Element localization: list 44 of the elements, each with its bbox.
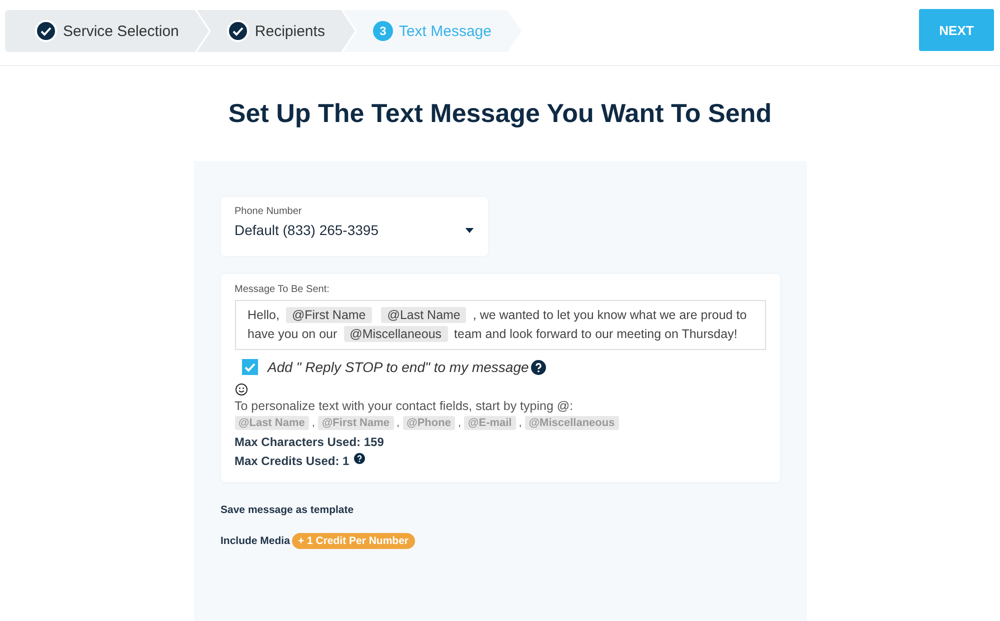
step-number: 3 xyxy=(372,21,393,41)
field-token[interactable]: @E-mail xyxy=(464,416,516,430)
step-label: Service Selection xyxy=(63,22,179,40)
wizard-step[interactable]: Recipients xyxy=(196,10,355,52)
page-heading: Set Up The Text Message You Want To Send xyxy=(228,98,772,129)
check-icon xyxy=(226,20,249,42)
wizard-step[interactable]: Service Selection xyxy=(5,10,209,52)
checkbox-label: Add " Reply STOP to end" to my message xyxy=(268,359,529,375)
field-token[interactable]: @Last Name xyxy=(234,416,309,430)
field-token: @Miscellaneous xyxy=(344,326,448,342)
step-label: Text Message xyxy=(398,22,492,40)
smiley-icon[interactable] xyxy=(234,383,248,396)
next-button[interactable]: NEXT xyxy=(919,9,994,51)
separator: , xyxy=(518,417,522,429)
separator: , xyxy=(396,417,400,429)
message-text: , we wanted to let you know what we are proud to xyxy=(472,308,747,322)
step-label: Recipients xyxy=(254,22,325,40)
select-value: Default (833) 265-3395 xyxy=(234,222,378,238)
help-icon[interactable] xyxy=(354,453,366,464)
field-label: Message To Be Sent: xyxy=(234,284,330,295)
message-text: have you on our xyxy=(248,327,338,341)
separator: , xyxy=(312,417,315,429)
message-text: Hello, xyxy=(248,308,280,322)
phone-number-select[interactable]: Phone Number Default (833) 265-3395 xyxy=(220,197,488,256)
field-token: @First Name xyxy=(286,307,372,323)
wizard-step[interactable]: 3 Text Message xyxy=(342,10,522,52)
credit-count: Max Credits Used: 1 xyxy=(234,454,350,468)
save-template-link[interactable]: Save message as template xyxy=(220,504,354,516)
field-label: Phone Number xyxy=(234,206,303,217)
help-icon[interactable] xyxy=(530,360,546,374)
character-count: Max Characters Used: 159 xyxy=(234,435,384,449)
include-media-link[interactable]: Include Media xyxy=(220,535,290,547)
check-icon xyxy=(35,20,57,42)
message-text: team and look forward to our meeting on Thursday! xyxy=(454,327,738,341)
credit-badge: + 1 Credit Per Number xyxy=(292,533,415,549)
checkbox[interactable] xyxy=(242,359,258,375)
field-token: @Last Name xyxy=(381,307,466,323)
field-token[interactable]: @Phone xyxy=(402,416,455,430)
caret-icon xyxy=(464,228,474,232)
message-field[interactable]: Hello, @First Name @Last Name , we wanted to let you know what we are proud to have you on our @Miscellaneous team and look forward to our meeting on Thursday! xyxy=(234,300,766,350)
separator: , xyxy=(458,417,461,429)
field-token[interactable]: @Miscellaneous xyxy=(524,416,619,430)
field-token[interactable]: @First Name xyxy=(318,416,394,430)
hint-text: To personalize text with your contact fields, start by typing @: xyxy=(234,399,574,413)
